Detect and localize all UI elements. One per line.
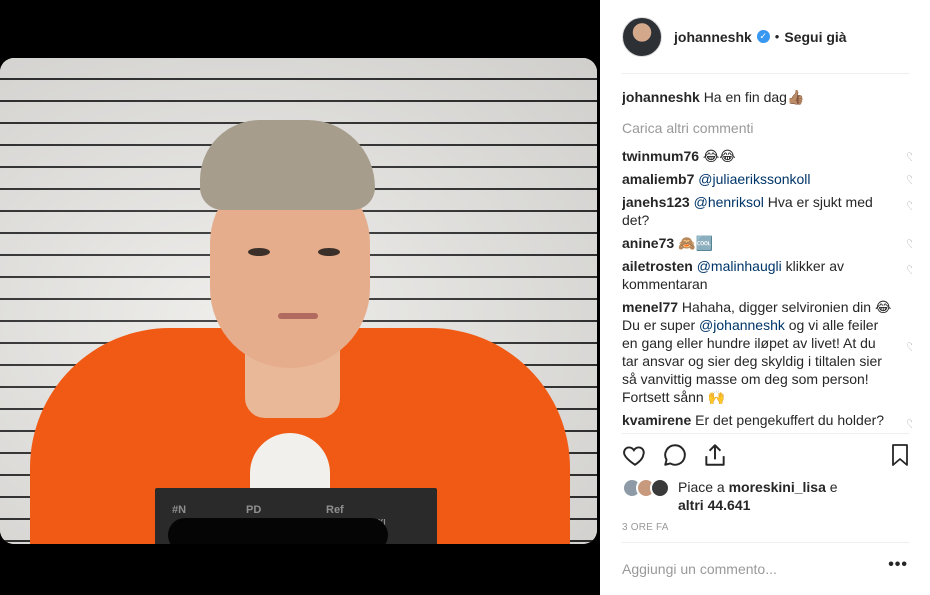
avatar[interactable] [650,478,670,498]
comment-username[interactable]: anine73 [622,235,674,251]
comments-list[interactable]: johanneshk Ha en fin dag👍🏽 Carica altri … [622,87,912,434]
hair [200,120,375,210]
comment-items: twinmum76 😂😂 ♡ amaliemb7 @juliaerikssonkol… [622,147,912,430]
comment-item: menel77 Hahaha, digger selvironien din 😂… [622,298,912,406]
caption-username[interactable]: johanneshk [622,89,700,105]
header-username[interactable]: johanneshk [674,29,752,45]
verified-icon: ✓ [756,30,770,43]
comment-text: Er det pengekuffert du holder? [691,412,885,428]
comment-item: janehs123 @henriksol Hva er sjukt med de… [622,193,912,229]
comment-text: 😂😂 [699,148,736,164]
bookmark-icon[interactable] [888,442,912,473]
post-media: #N PD Ref XI [0,0,600,595]
comment-mention[interactable]: @johanneshk [699,317,785,333]
comment-username[interactable]: ailetrosten [622,258,693,274]
comment-text: 🙈🆒 [674,235,713,251]
comment-username[interactable]: amaliemb7 [622,171,694,187]
heart-icon[interactable]: ♡ [906,418,912,430]
likes-count[interactable]: altri 44.641 [678,497,750,513]
comment-username[interactable]: janehs123 [622,194,690,210]
board-label: #N [172,504,187,516]
avatar[interactable] [622,16,662,57]
heart-icon[interactable]: ♡ [906,264,912,276]
board-label: Ref [326,504,344,516]
comment-item: ailetrosten @malinhaugli klikker av komm… [622,257,912,293]
heart-icon[interactable]: ♡ [906,341,912,353]
more-options-icon[interactable]: ••• [888,556,908,574]
heart-icon[interactable]: ♡ [906,200,912,212]
comment-username[interactable]: menel77 [622,299,678,315]
heart-icon[interactable]: ♡ [906,174,912,186]
action-bar [622,442,912,472]
load-more-comments-link[interactable]: Carica altri commenti [622,119,912,137]
heart-icon[interactable]: ♡ [906,238,912,250]
following-button[interactable]: Segui già [784,29,846,45]
divider [622,542,910,543]
comment-item: amaliemb7 @juliaerikssonkoll ♡ [622,170,912,188]
share-icon[interactable] [702,442,728,473]
comment-username[interactable]: kvamirene [622,412,691,428]
comment-icon[interactable] [662,442,688,473]
liker-username[interactable]: moreskini_lisa [729,479,826,495]
comment-mention[interactable]: @henriksol [694,194,764,210]
comment-item: kvamirene Er det pengekuffert du holder?… [622,411,912,430]
post-side-panel: johanneshk ✓ • Segui già johanneshk Ha e… [600,0,930,595]
caption-text: Ha en fin dag👍🏽 [703,89,805,105]
comment-mention[interactable]: @malinhaugli [697,258,782,274]
board-label: PD [246,504,262,516]
comment-username[interactable]: twinmum76 [622,148,699,164]
heart-icon[interactable]: ♡ [906,151,912,163]
divider [622,73,910,74]
post-header: johanneshk ✓ • Segui già [600,0,930,73]
liker-avatars [622,478,674,498]
comment-item: twinmum76 😂😂 ♡ [622,147,912,165]
post-photo[interactable]: #N PD Ref XI [0,58,597,544]
post-timestamp[interactable]: 3 ORE FA [622,522,669,533]
add-comment-input[interactable]: Aggiungi un commento... [622,561,777,577]
likes-summary[interactable]: Piace a moreskini_lisa e altri 44.641 [678,478,838,514]
post-caption: johanneshk Ha en fin dag👍🏽 [622,87,912,107]
heart-icon[interactable] [622,442,648,473]
likes-row: Piace a moreskini_lisa e altri 44.641 [622,478,912,514]
header-separator: • [774,29,780,44]
comment-mention[interactable]: @juliaerikssonkoll [698,171,810,187]
divider [622,433,910,434]
comment-item: anine73 🙈🆒 ♡ [622,234,912,252]
redaction-scribble [168,518,388,544]
